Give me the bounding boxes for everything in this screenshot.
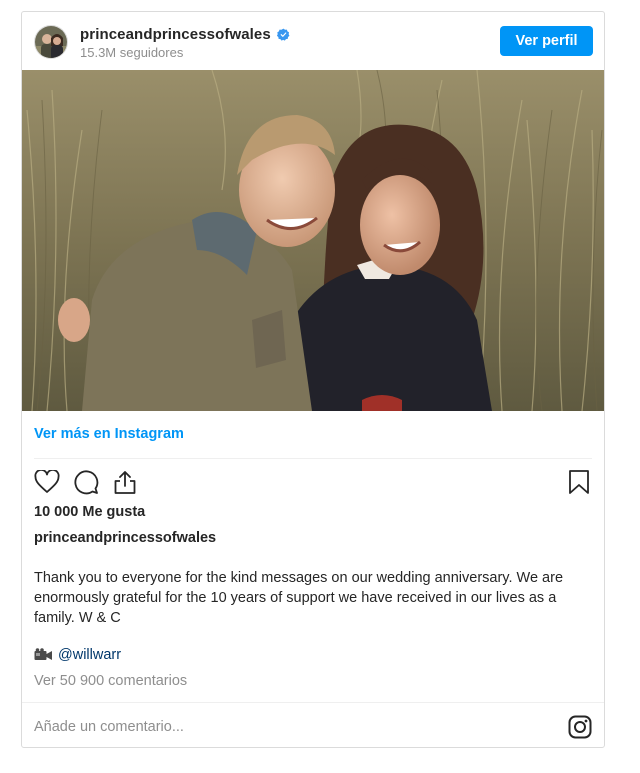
verified-badge-icon bbox=[276, 28, 290, 41]
like-count[interactable]: 10 000 Me gusta bbox=[34, 504, 145, 520]
post-photo[interactable] bbox=[22, 70, 604, 411]
view-profile-button[interactable]: Ver perfil bbox=[500, 26, 593, 56]
bookmark-icon[interactable] bbox=[565, 468, 593, 496]
video-camera-icon bbox=[34, 648, 52, 660]
instagram-embed-card: princeandprincessofwales 15.3M seguidore… bbox=[21, 11, 605, 748]
view-comments-link[interactable]: Ver 50 900 comentarios bbox=[34, 673, 187, 689]
username-row: princeandprincessofwales bbox=[80, 26, 290, 43]
divider bbox=[34, 458, 592, 459]
comment-bubble-icon[interactable] bbox=[72, 468, 100, 496]
instagram-logo-icon[interactable] bbox=[568, 715, 592, 739]
heart-icon[interactable] bbox=[33, 468, 61, 496]
post-header: princeandprincessofwales 15.3M seguidore… bbox=[22, 12, 604, 71]
credit-handle-link[interactable]: @willwarr bbox=[58, 647, 121, 663]
add-comment-input[interactable] bbox=[34, 715, 534, 739]
username[interactable]: princeandprincessofwales bbox=[80, 26, 271, 43]
avatar[interactable] bbox=[34, 25, 68, 59]
caption-text: Thank you to everyone for the kind messa… bbox=[34, 570, 564, 626]
share-icon[interactable] bbox=[111, 468, 139, 496]
photo-credit: @willwarr bbox=[34, 647, 121, 663]
view-more-on-instagram-link[interactable]: Ver más en Instagram bbox=[34, 426, 184, 442]
caption-username[interactable]: princeandprincessofwales bbox=[34, 530, 216, 546]
follower-count: 15.3M seguidores bbox=[80, 45, 184, 60]
action-bar bbox=[33, 468, 139, 496]
comment-footer bbox=[22, 702, 604, 747]
